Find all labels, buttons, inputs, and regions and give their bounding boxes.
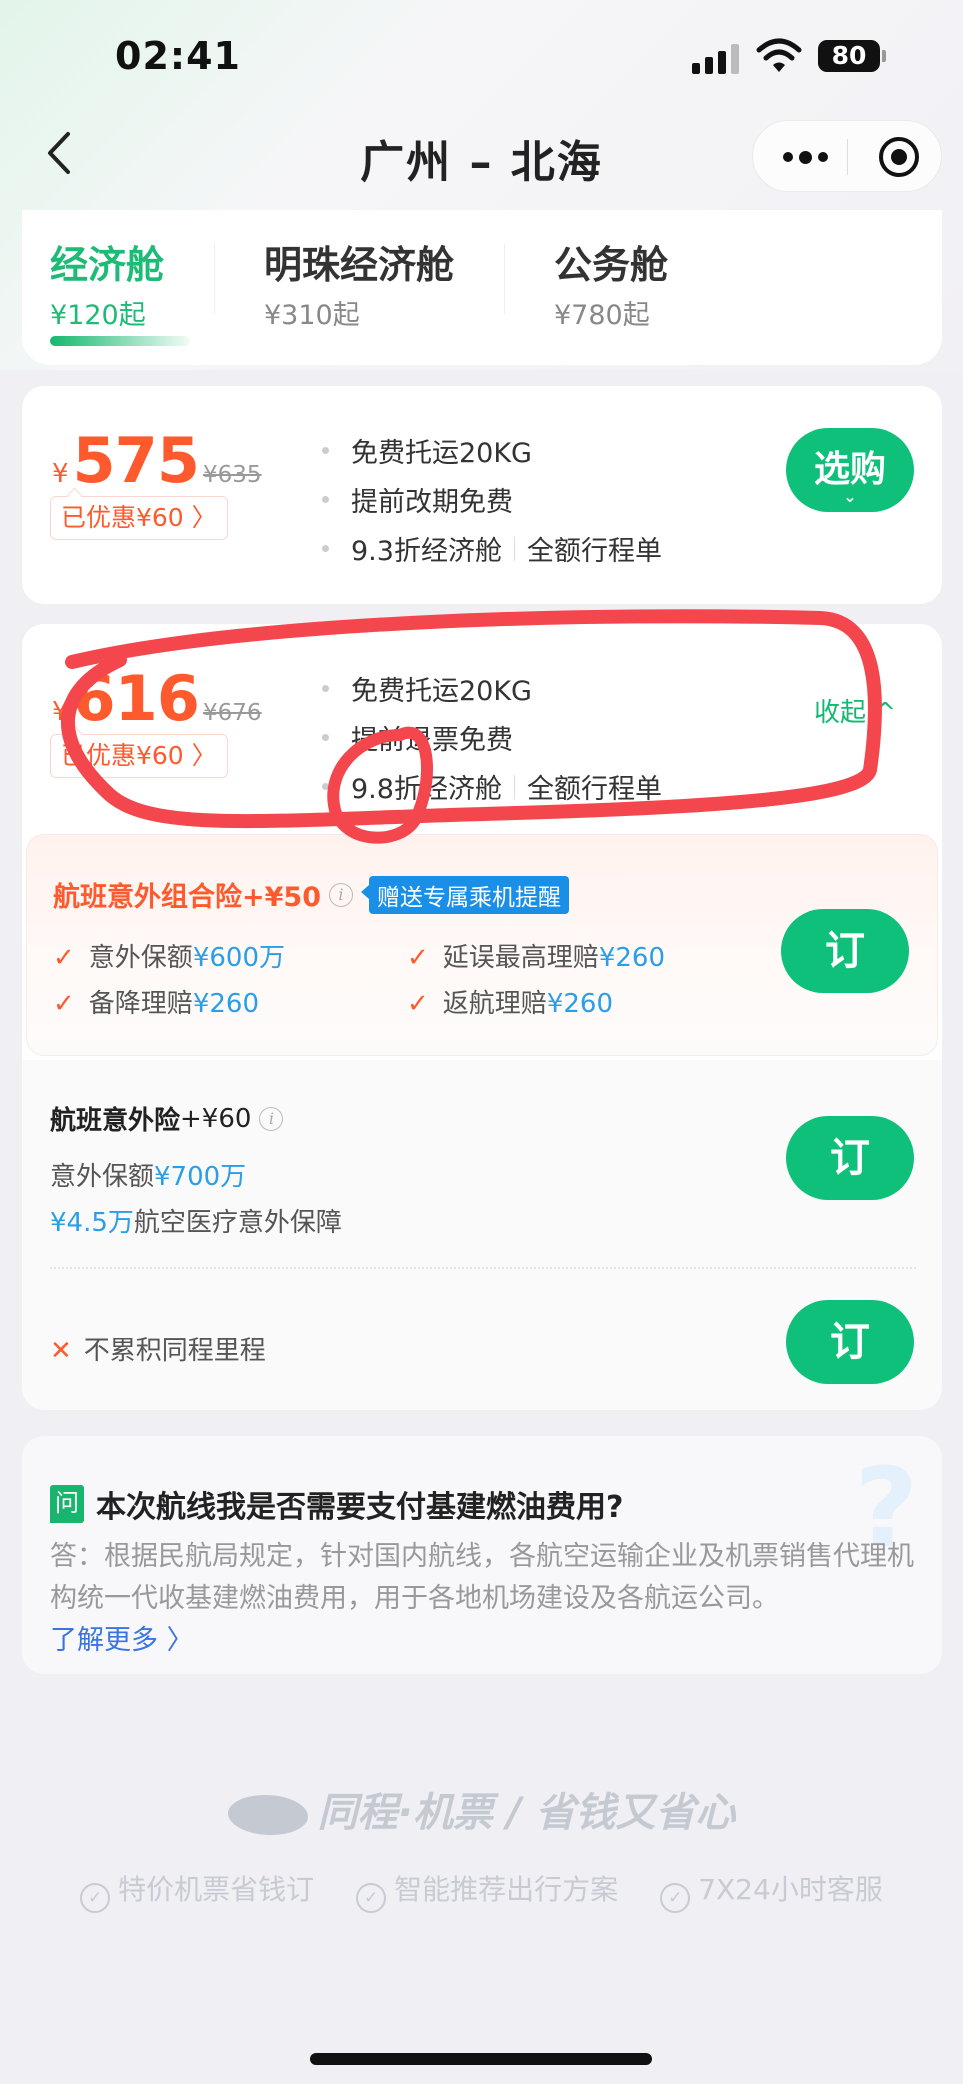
tab-business[interactable]: 公务舱 ¥780起 [554, 234, 668, 332]
more-button[interactable] [775, 135, 835, 179]
active-tab-indicator [50, 336, 190, 346]
tab-label: 明珠经济舱 [264, 243, 455, 287]
faq-card: ? 问 本次航线我是否需要支付基建燃油费用? 答：根据民航局规定，针对国内航线，… [22, 1436, 942, 1674]
tab-economy[interactable]: 经济舱 ¥120起 [50, 234, 164, 332]
service-feature: ✓ 智能推荐出行方案 [356, 1868, 618, 1913]
currency-symbol: ¥ [52, 697, 69, 727]
insurance-combo-option: 航班意外组合险+¥50 i 赠送专属乘机提醒 ✓ 意外保额¥600万 ✓ 延误最高理… [26, 834, 938, 1056]
order-combo-button[interactable]: 订 [781, 909, 909, 993]
gift-badge: 赠送专属乘机提醒 [360, 875, 569, 914]
tab-price: ¥780起 [554, 300, 650, 331]
more-icon [782, 152, 793, 162]
check-circle-icon: ✓ [660, 1883, 691, 1913]
original-price: ¥635 [202, 462, 262, 488]
price-value: 616 [72, 662, 200, 735]
signal-icon [692, 44, 744, 74]
feature-item: 9.3折经济舱 全额行程单 [322, 524, 662, 573]
service-feature: ✓ 特价机票省钱订 [80, 1868, 314, 1913]
check-icon: ✓ [407, 943, 429, 973]
coverage-item: ✓ 意外保额¥600万 [53, 943, 285, 973]
brand-slogan: 同程·机票 / 省钱又省心 [0, 1780, 963, 1838]
fare-features: 免费托运20KG 提前改期免费 9.3折经济舱 全额行程单 [322, 426, 662, 573]
feature-item: 9.8折经济舱 全额行程单 [322, 762, 662, 811]
wifi-icon [756, 38, 802, 72]
discount-tag[interactable]: 已优惠¥60 〉 [50, 734, 228, 778]
price: ¥ 616 ¥676 [52, 662, 262, 735]
original-price: ¥676 [202, 700, 262, 726]
feature-item: 免费托运20KG [322, 664, 662, 713]
feature-item: 免费托运20KG [322, 426, 662, 475]
select-button[interactable]: 选购 ⌄ [786, 428, 914, 512]
check-circle-icon: ✓ [356, 1883, 387, 1913]
tab-divider [504, 244, 505, 314]
coverage-item: ✓ 延误最高理赔¥260 [407, 943, 665, 973]
divider [50, 1267, 916, 1269]
service-features: ✓ 特价机票省钱订 ✓ 智能推荐出行方案 ✓ 7X24小时客服 [0, 1868, 963, 1913]
close-mini-program-button[interactable] [879, 137, 919, 177]
chevron-down-icon: ⌄ [843, 487, 857, 506]
discount-tag[interactable]: 已优惠¥60 〉 [50, 496, 228, 540]
coverage-line: 意外保额¥700万 [50, 1162, 247, 1192]
feature-item: 提前退票免费 [322, 713, 662, 762]
status-time: 02:41 [115, 34, 241, 78]
insurance-basic-title: 航班意外险 +¥60 i [50, 1100, 284, 1137]
insurance-combo-title: 航班意外组合险+¥50 i 赠送专属乘机提醒 [53, 875, 569, 914]
currency-symbol: ¥ [52, 459, 69, 489]
tab-price: ¥310起 [264, 300, 360, 331]
question-icon: 问 [50, 1485, 84, 1523]
fare-features: 免费托运20KG 提前退票免费 9.8折经济舱 全额行程单 [322, 664, 662, 811]
check-icon: ✓ [53, 989, 75, 1019]
tab-price: ¥120起 [50, 300, 146, 331]
cross-icon: ✕ [50, 1336, 72, 1366]
collapse-link[interactable]: 收起 ^ [814, 692, 896, 729]
capsule-divider [847, 139, 848, 175]
price-value: 575 [72, 424, 200, 497]
tab-label: 公务舱 [554, 243, 669, 287]
info-icon[interactable]: i [259, 1106, 284, 1131]
price: ¥ 575 ¥635 [52, 424, 262, 497]
faq-answer: 答：根据民航局规定，针对国内航线，各航空运输企业及机票销售代理机构统一代收基建燃… [50, 1541, 914, 1656]
coverage-item: ✓ 返航理赔¥260 [407, 989, 613, 1019]
check-icon: ✓ [53, 943, 75, 973]
check-icon: ✓ [407, 989, 429, 1019]
mini-program-capsule [752, 120, 942, 192]
coverage-line: ¥4.5万航空医疗意外保障 [50, 1208, 342, 1238]
cabin-tabs: 经济舱 ¥120起 明珠经济舱 ¥310起 公务舱 ¥780起 [22, 210, 942, 365]
learn-more-link[interactable]: 了解更多 〉 [50, 1625, 194, 1656]
insurance-basic-section: 航班意外险 +¥60 i 意外保额¥700万 ¥4.5万航空医疗意外保障 订 ✕ 不… [22, 1060, 942, 1410]
home-indicator[interactable] [310, 2053, 652, 2065]
tab-pearl-economy[interactable]: 明珠经济舱 ¥310起 [264, 234, 454, 332]
no-insurance-option: ✕ 不累积同程里程 [50, 1336, 266, 1366]
service-feature: ✓ 7X24小时客服 [660, 1868, 883, 1913]
fare-card: ¥ 575 ¥635 已优惠¥60 〉 免费托运20KG 提前改期免费 9.3折… [22, 386, 942, 604]
feature-item: 提前改期免费 [322, 475, 662, 524]
battery-icon: 80 [818, 40, 886, 72]
tab-label: 经济舱 [50, 243, 165, 287]
order-basic-button[interactable]: 订 [786, 1116, 914, 1200]
check-circle-icon: ✓ [80, 1883, 111, 1913]
tab-divider [214, 244, 215, 314]
brand-logo-icon [227, 1795, 308, 1835]
order-no-insurance-button[interactable]: 订 [786, 1300, 914, 1384]
coverage-item: ✓ 备降理赔¥260 [53, 989, 259, 1019]
info-icon[interactable]: i [328, 882, 353, 907]
faq-question: 问 本次航线我是否需要支付基建燃油费用? [50, 1482, 623, 1526]
